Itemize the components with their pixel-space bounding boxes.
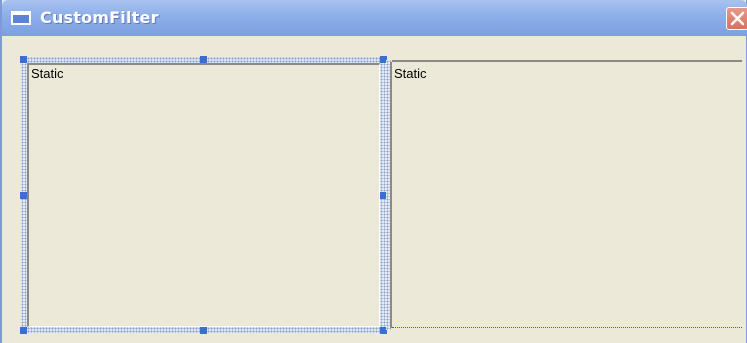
right-static-left-edge [390,62,392,328]
resize-handle-top-middle[interactable] [200,56,207,63]
close-button[interactable] [726,7,747,30]
window-title: CustomFilter [40,8,159,27]
dialog-window: CustomFilter Static Static [0,0,747,343]
right-static-top-edge [392,60,742,62]
right-static-bottom-edge [392,327,742,328]
title-bar[interactable]: CustomFilter [2,0,747,36]
right-static-control[interactable]: Static [386,60,742,330]
close-icon [730,11,745,26]
left-static-control[interactable]: Static [20,56,387,334]
resize-handle-middle-left[interactable] [20,192,27,199]
left-static-label: Static [31,66,64,81]
resize-handle-bottom-middle[interactable] [200,327,207,334]
resize-handle-top-left[interactable] [20,56,27,63]
resize-handle-bottom-left[interactable] [20,327,27,334]
right-static-label: Static [394,66,427,81]
left-static-frame [27,63,380,327]
window-icon [11,11,31,25]
